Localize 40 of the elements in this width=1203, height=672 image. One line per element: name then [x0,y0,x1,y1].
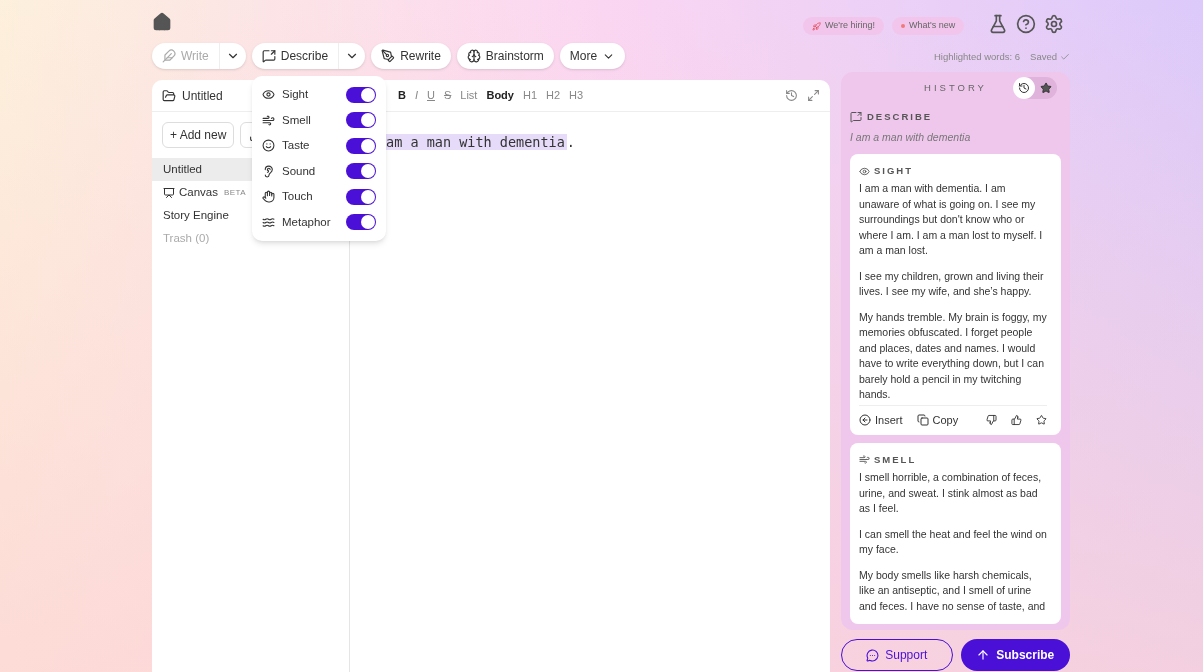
prompt-text: I am a man with dementia [850,130,972,146]
format-button[interactable]: H1 [522,87,537,104]
card-title: SIGHT [874,164,914,178]
card-paragraph: I am a man with dementia. I am unaware of what is going on. I see my surroundings but don't know who or where I am. I am a man lost to myself. I am a man lost. [859,181,1044,259]
highlighted-text: am a man with dementia [384,134,567,150]
menu-item[interactable]: Sound [282,162,339,180]
format-button[interactable]: H3 [569,87,584,104]
badge-link[interactable]: What's new [892,17,965,35]
card-paragraph: I can smell the heat and feel the wind on my face. [859,526,1047,557]
menu-item[interactable]: Smell [282,111,339,129]
menu-item[interactable]: Taste [282,137,339,155]
format-button[interactable]: S [443,87,452,104]
document-title: Untitled [182,87,223,105]
history-title: HISTORY [924,80,987,95]
format-button[interactable]: B [398,87,406,104]
toolbar-button[interactable]: More [559,43,626,69]
subscribe-button[interactable]: Subscribe [960,639,1070,671]
add-new-button[interactable]: + Add new [162,122,235,148]
toolbar-button[interactable]: Brainstorm [456,43,554,69]
menu-item[interactable]: Sight [282,86,339,104]
card-action-button[interactable]: Copy [916,412,959,429]
saved-status: Saved [1030,50,1070,65]
editor-text: . [566,134,575,150]
card-title: SMELL [874,452,917,467]
toolbar-button[interactable]: Rewrite [371,43,451,69]
format-button[interactable]: Body [486,87,514,104]
highlighted-count: Highlighted words: 6 [934,50,1021,64]
card-paragraph: I smell horrible, a combination of feces, urine, and sweat. I stink almost as bad as I feel. [859,470,1043,516]
format-button[interactable]: H2 [546,87,561,104]
card-paragraph: My hands tremble. My brain is foggy, my memories obfuscated. I forget people and places, dates and names. I would have to write everything down, but I can barely hold a pencil in my twitching hands. [859,309,1047,403]
format-button[interactable]: U [427,87,435,104]
toolbar-button[interactable]: Describe [251,43,339,69]
card-paragraph: I see my children, grown and living their lives. I see my wife, and she’s happy. [859,268,1045,300]
menu-item[interactable]: Touch [282,188,339,206]
card-action-button[interactable]: Insert [859,412,903,429]
section-label: DESCRIBE [867,110,933,124]
format-button[interactable]: List [460,87,478,104]
card-paragraph: My body smells like harsh chemicals, like an antiseptic, and I smell of urine and feces. I have no sense of taste, and [859,567,1047,614]
menu-item[interactable]: Metaphor [282,213,339,231]
badge-link[interactable]: We're hiring! [803,17,885,35]
